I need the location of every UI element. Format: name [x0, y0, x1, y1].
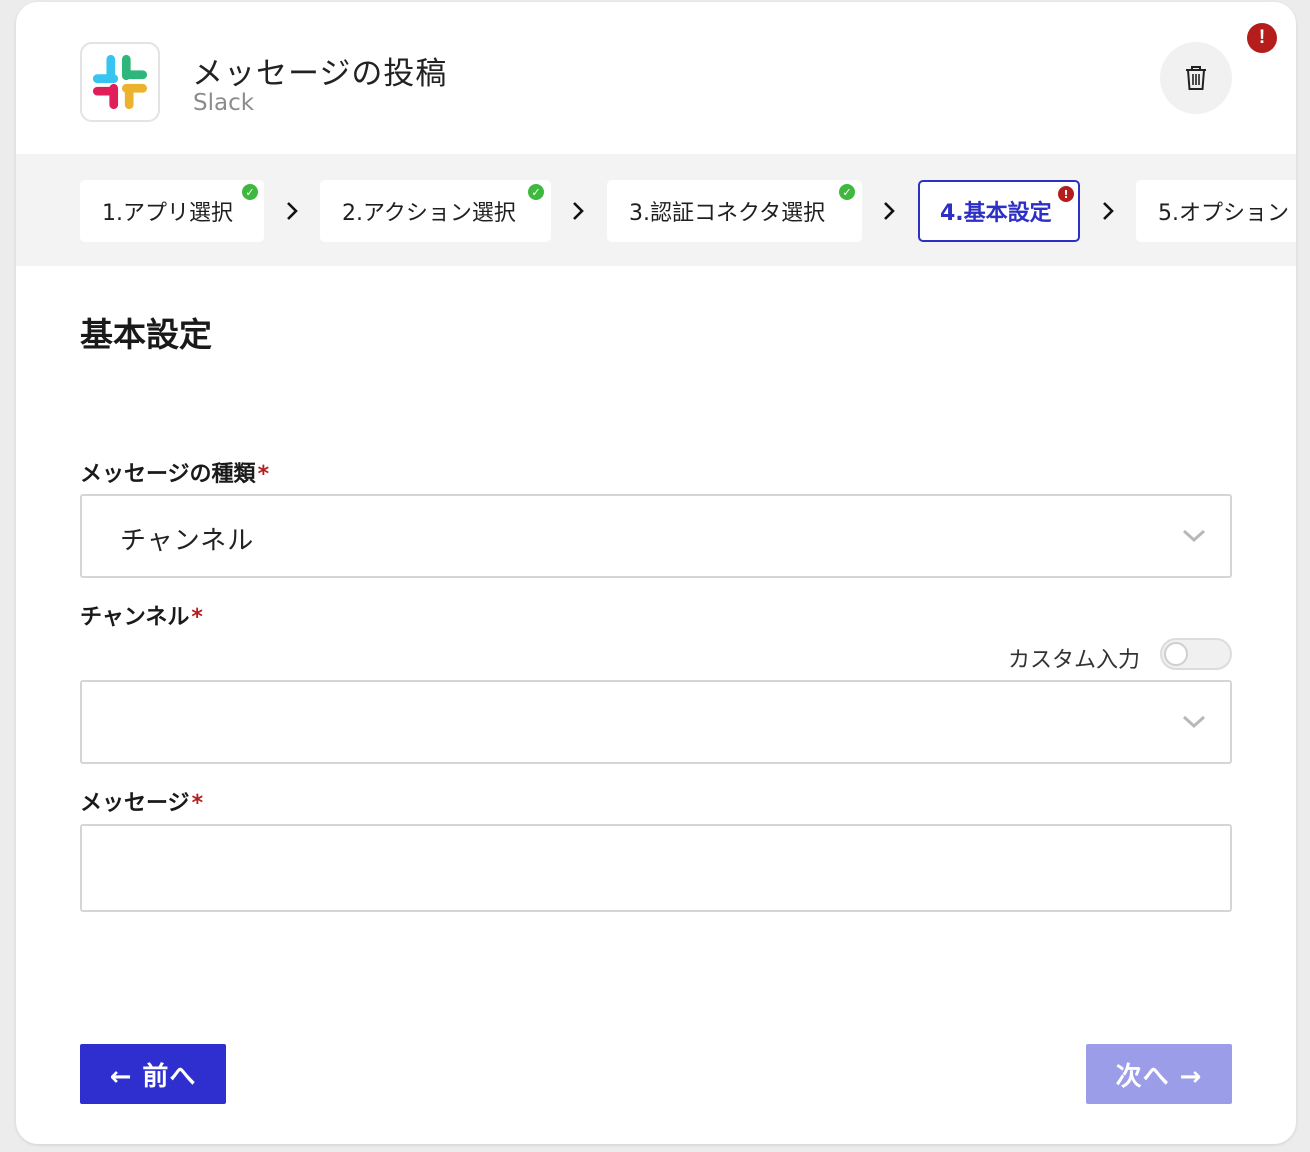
trash-icon: [1186, 66, 1206, 90]
step-app-select[interactable]: 1.アプリ選択 ✓: [80, 180, 264, 242]
step-navigation: 1.アプリ選択 ✓ 2.アクション選択 ✓ 3.認証コネクタ選択 ✓ 4.基本設…: [16, 154, 1296, 266]
chevron-down-icon: [1182, 529, 1206, 543]
message-type-label: メッセージの種類*: [80, 456, 269, 488]
chevron-right-icon: [282, 198, 302, 224]
required-mark: *: [257, 462, 270, 487]
page-title: メッセージの投稿: [192, 56, 448, 92]
required-mark: *: [191, 605, 203, 630]
message-type-value: チャンネル: [120, 526, 255, 556]
delete-button[interactable]: [1160, 42, 1232, 114]
message-type-label-text: メッセージの種類: [80, 462, 256, 487]
message-label: メッセージ*: [80, 785, 203, 817]
error-icon: !: [1058, 186, 1074, 202]
step-options[interactable]: 5.オプション: [1136, 180, 1296, 242]
section-title: 基本設定: [80, 315, 212, 354]
channel-label: チャンネル*: [80, 599, 203, 631]
task-editor-card: メッセージの投稿 Slack ! 1.アプリ選択 ✓ 2.アクション選択 ✓ 3…: [16, 2, 1296, 1144]
step-label: 5.オプション: [1158, 201, 1289, 226]
chevron-right-icon: [1098, 198, 1118, 224]
error-icon: !: [1247, 23, 1277, 53]
step-basic-settings[interactable]: 4.基本設定 !: [918, 180, 1080, 242]
custom-input-toggle[interactable]: [1160, 638, 1232, 670]
chevron-right-icon: [879, 198, 899, 224]
step-action-select[interactable]: 2.アクション選択 ✓: [320, 180, 551, 242]
step-connector-select[interactable]: 3.認証コネクタ選択 ✓: [607, 180, 862, 242]
chevron-right-icon: [568, 198, 588, 224]
step-label: 1.アプリ選択: [102, 201, 233, 226]
step-label: 4.基本設定: [940, 201, 1052, 226]
app-name: Slack: [193, 90, 255, 116]
channel-select[interactable]: [80, 680, 1232, 764]
required-mark: *: [191, 791, 204, 816]
slack-logo-icon: [80, 42, 160, 122]
toggle-knob: [1164, 642, 1188, 666]
channel-label-text: チャンネル: [80, 605, 190, 630]
step-label: 3.認証コネクタ選択: [629, 201, 826, 226]
prev-button[interactable]: ← 前へ: [80, 1044, 226, 1104]
check-icon: ✓: [242, 184, 258, 200]
check-icon: ✓: [839, 184, 855, 200]
check-icon: ✓: [528, 184, 544, 200]
step-label: 2.アクション選択: [342, 201, 516, 226]
custom-input-label: カスタム入力: [1008, 648, 1141, 673]
next-button[interactable]: 次へ →: [1086, 1044, 1232, 1104]
message-input[interactable]: [80, 824, 1232, 912]
chevron-down-icon: [1182, 715, 1206, 729]
message-type-select[interactable]: チャンネル: [80, 494, 1232, 578]
message-label-text: メッセージ: [80, 791, 190, 816]
